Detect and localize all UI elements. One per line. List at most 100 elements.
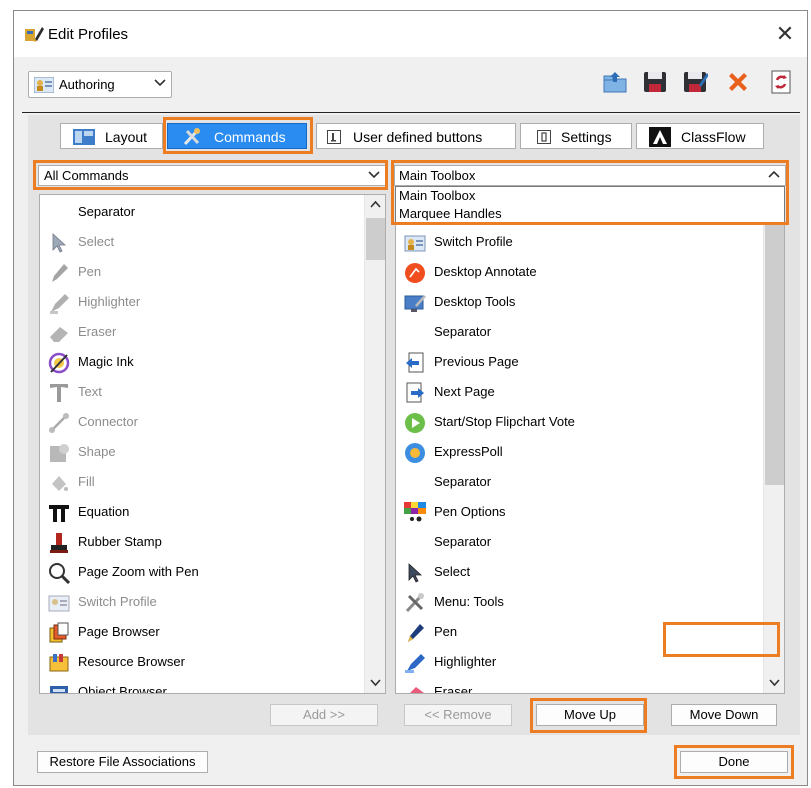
list-item[interactable]: Select: [396, 557, 784, 587]
list-item[interactable]: Page Zoom with Pen: [40, 557, 385, 587]
tab-layout[interactable]: Layout: [60, 123, 163, 149]
arrow-cursor-icon: [404, 562, 426, 584]
list-item[interactable]: Object Browser: [40, 677, 385, 693]
delete-icon[interactable]: [725, 69, 751, 95]
left-filter-select[interactable]: All Commands: [38, 165, 386, 186]
list-item[interactable]: Separator: [396, 467, 784, 497]
list-item[interactable]: Pen Options: [396, 497, 784, 527]
save-as-icon[interactable]: [682, 69, 709, 95]
toolbox-commands-list[interactable]: Switch Profile Desktop Annotate Desktop …: [395, 194, 785, 694]
arrow-cursor-icon: [48, 232, 70, 254]
toolbar-divider: [22, 112, 800, 113]
scroll-up-icon[interactable]: [369, 199, 382, 211]
list-item[interactable]: ExpressPoll: [396, 437, 784, 467]
list-item[interactable]: Switch Profile: [40, 587, 385, 617]
pi-icon: [48, 502, 70, 524]
folder-export-icon[interactable]: [602, 69, 628, 95]
list-item[interactable]: Previous Page: [396, 347, 784, 377]
list-item[interactable]: Highlighter: [396, 647, 784, 677]
list-item[interactable]: Next Page: [396, 377, 784, 407]
save-icon[interactable]: [642, 69, 668, 95]
list-item[interactable]: Desktop Tools: [396, 287, 784, 317]
remove-button[interactable]: << Remove: [404, 704, 512, 726]
list-item[interactable]: Desktop Annotate: [396, 257, 784, 287]
list-item[interactable]: Eraser: [396, 677, 784, 693]
profile-select[interactable]: Authoring: [28, 71, 172, 98]
tab-commands[interactable]: Commands: [167, 123, 307, 149]
window-title: Edit Profiles: [48, 26, 129, 43]
list-item-label: ExpressPoll: [434, 444, 503, 459]
list-item[interactable]: Highlighter: [40, 287, 385, 317]
move-up-button[interactable]: Move Up: [536, 704, 644, 726]
restore-file-associations-button[interactable]: Restore File Associations: [37, 751, 208, 773]
eraser-icon: [48, 322, 70, 344]
right-filter-value: Main Toolbox: [399, 168, 476, 183]
list-item[interactable]: Separator: [40, 197, 385, 227]
list-item[interactable]: Fill: [40, 467, 385, 497]
fill-icon: [48, 472, 70, 494]
done-button[interactable]: Done: [680, 751, 788, 773]
list-item-label: Resource Browser: [78, 654, 185, 669]
user-button-icon: [327, 130, 341, 144]
list-item[interactable]: Separator: [396, 527, 784, 557]
dropdown-option[interactable]: Marquee Handles: [399, 206, 502, 221]
text-icon: [48, 382, 70, 404]
scroll-down-icon[interactable]: [369, 677, 382, 689]
move-down-button[interactable]: Move Down: [671, 704, 777, 726]
settings-icon: [537, 130, 551, 144]
right-filter-select[interactable]: Main Toolbox: [394, 165, 786, 186]
left-list-scrollbar[interactable]: [364, 195, 385, 693]
list-item[interactable]: Magic Ink: [40, 347, 385, 377]
list-item[interactable]: Shape: [40, 437, 385, 467]
profile-select-value: Authoring: [59, 77, 115, 92]
list-item[interactable]: Equation: [40, 497, 385, 527]
list-item-label: Equation: [78, 504, 130, 519]
right-filter-dropdown: Main Toolbox Marquee Handles: [395, 186, 785, 224]
desktop-tools-icon: [404, 292, 426, 314]
list-item-label: Rubber Stamp: [78, 534, 162, 549]
classflow-logo-icon: [649, 127, 671, 147]
tab-settings[interactable]: Settings: [520, 123, 632, 149]
chevron-down-icon: [153, 77, 167, 89]
list-item[interactable]: Text: [40, 377, 385, 407]
tools-icon: [404, 592, 426, 614]
profile-icon: [33, 76, 55, 94]
list-item[interactable]: Connector: [40, 407, 385, 437]
dropdown-option[interactable]: Main Toolbox: [399, 188, 475, 203]
desktop-annotate-icon: [404, 262, 426, 284]
page-browser-icon: [48, 622, 70, 644]
tab-classflow[interactable]: ClassFlow: [636, 123, 764, 149]
list-item[interactable]: Start/Stop Flipchart Vote: [396, 407, 784, 437]
list-item-label: Separator: [434, 474, 492, 489]
list-item[interactable]: Separator: [396, 317, 784, 347]
scroll-down-icon[interactable]: [768, 677, 781, 689]
list-item[interactable]: Select: [40, 227, 385, 257]
layout-icon: [73, 129, 95, 145]
left-scroll-thumb[interactable]: [366, 218, 385, 260]
object-browser-icon: [48, 682, 70, 693]
list-item[interactable]: Resource Browser: [40, 647, 385, 677]
right-list-scrollbar[interactable]: [763, 195, 784, 693]
list-item-label: Menu: Tools: [434, 594, 504, 609]
list-item[interactable]: Page Browser: [40, 617, 385, 647]
refresh-icon[interactable]: [768, 69, 794, 95]
available-commands-list[interactable]: Separator Select Pen Highlighter Eraser …: [39, 194, 386, 694]
list-item[interactable]: Eraser: [40, 317, 385, 347]
list-item[interactable]: Rubber Stamp: [40, 527, 385, 557]
list-item[interactable]: Menu: Tools: [396, 587, 784, 617]
chevron-up-icon: [767, 169, 781, 181]
tab-user-defined-buttons[interactable]: User defined buttons: [316, 123, 516, 149]
list-item-label: Separator: [434, 534, 492, 549]
previous-page-icon: [404, 352, 426, 374]
play-icon: [404, 412, 426, 434]
list-item[interactable]: Pen: [396, 617, 784, 647]
stamp-icon: [48, 532, 70, 554]
close-icon[interactable]: ✕: [770, 20, 800, 48]
list-item[interactable]: Switch Profile: [396, 227, 784, 257]
add-button[interactable]: Add >>: [270, 704, 378, 726]
resource-browser-icon: [48, 652, 70, 674]
profile-icon: [48, 592, 70, 614]
right-scroll-thumb[interactable]: [765, 225, 784, 485]
eraser-icon: [404, 682, 426, 693]
list-item[interactable]: Pen: [40, 257, 385, 287]
